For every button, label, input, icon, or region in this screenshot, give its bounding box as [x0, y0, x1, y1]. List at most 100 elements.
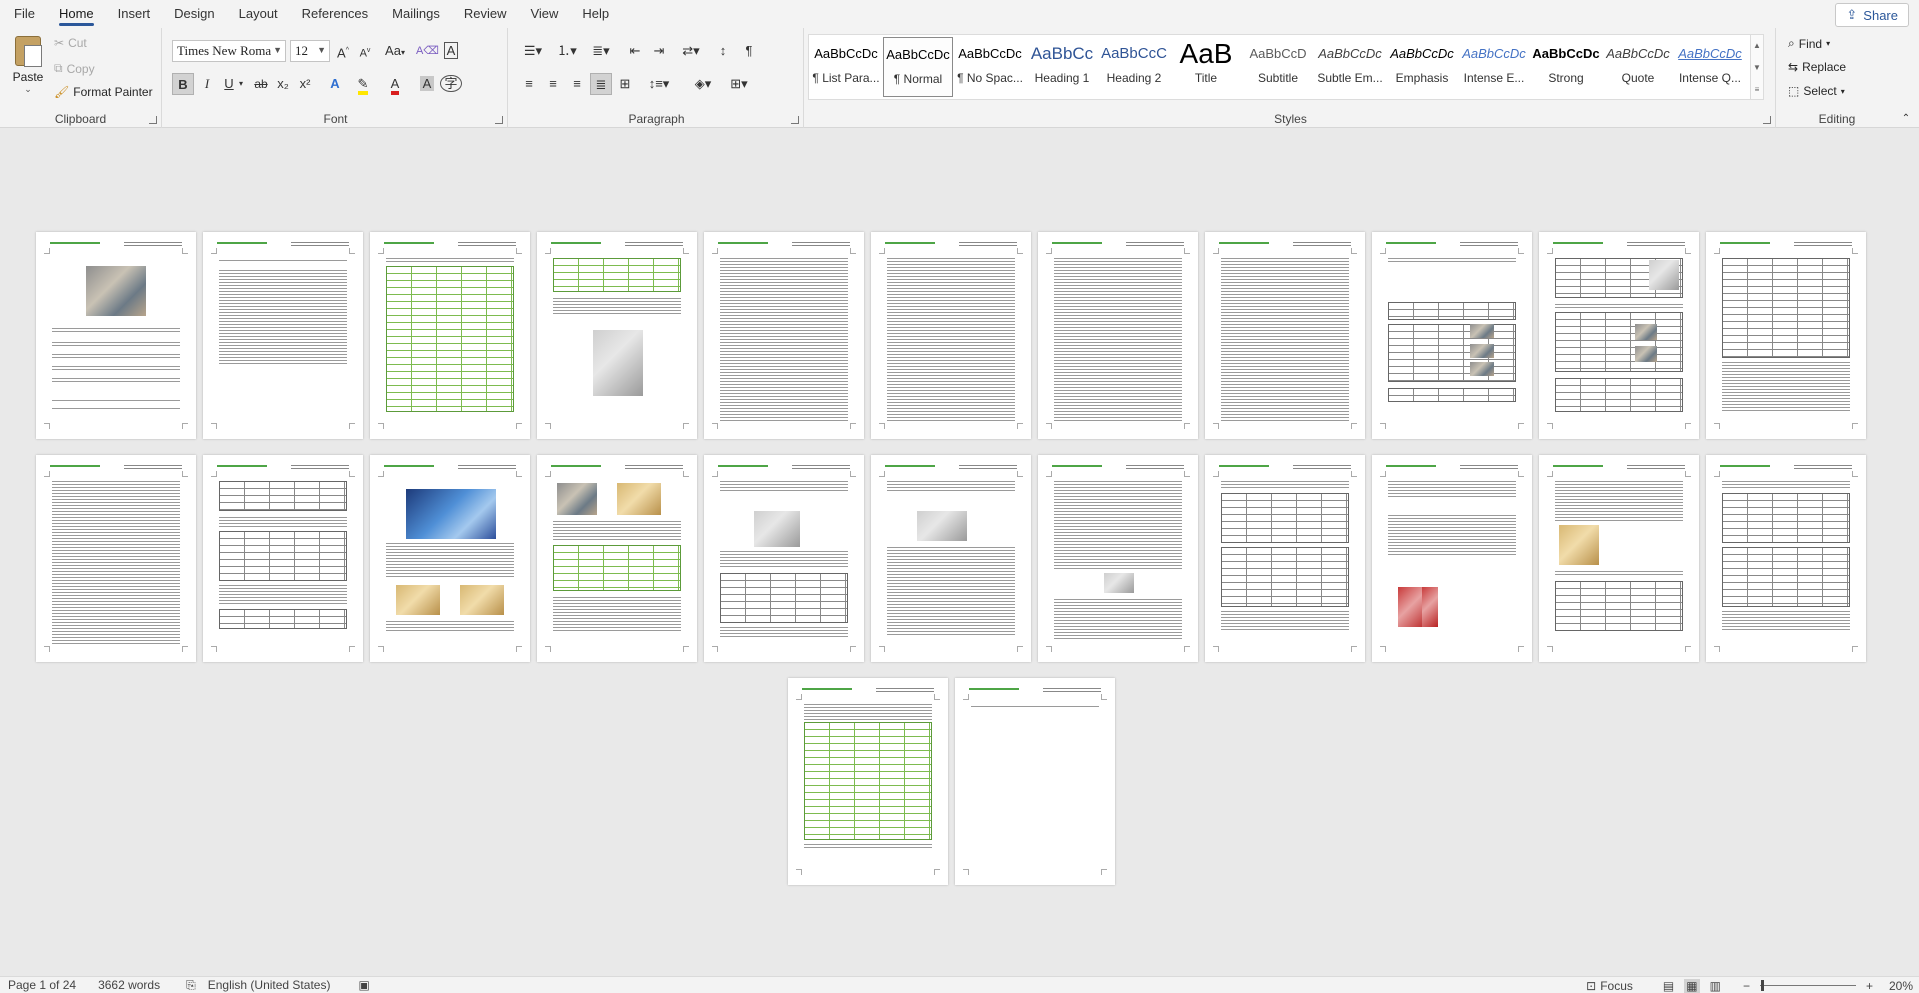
word-count[interactable]: 3662 words: [98, 978, 160, 992]
tab-insert[interactable]: Insert: [106, 0, 163, 28]
paste-dropdown-icon[interactable]: ⌄: [10, 84, 46, 95]
numbering-button[interactable]: ⒈▾: [552, 40, 582, 62]
style-no-spacing[interactable]: AaBbCcDc ¶ No Spac...: [955, 37, 1025, 97]
document-page-thumbnail[interactable]: [36, 232, 196, 439]
styles-launcher-icon[interactable]: [1763, 116, 1771, 124]
style-emphasis[interactable]: AaBbCcDc Emphasis: [1387, 37, 1457, 97]
distributed-button[interactable]: ⊞: [614, 73, 636, 95]
highlight-button[interactable]: ✎: [352, 73, 374, 95]
style-title[interactable]: AaB Title: [1171, 37, 1241, 97]
document-page-thumbnail[interactable]: [1038, 232, 1198, 439]
format-painter-button[interactable]: 🖌 Format Painter: [54, 85, 153, 99]
clear-formatting-button[interactable]: A⌫: [416, 40, 439, 62]
collapse-ribbon-button[interactable]: ⌃: [1895, 108, 1917, 130]
style-normal[interactable]: AaBbCcDc ¶ Normal: [883, 37, 953, 97]
style-intense-emphasis[interactable]: AaBbCcDc Intense E...: [1459, 37, 1529, 97]
increase-indent-button[interactable]: ⇥: [648, 40, 670, 62]
gallery-down-icon[interactable]: ▼: [1751, 57, 1763, 79]
clipboard-launcher-icon[interactable]: [149, 116, 157, 124]
document-page-thumbnail[interactable]: [1038, 455, 1198, 662]
select-button[interactable]: ⬚ Select ▾: [1788, 84, 1845, 98]
accessibility-icon[interactable]: ▣: [358, 978, 369, 992]
document-page-thumbnail[interactable]: [537, 232, 697, 439]
italic-button[interactable]: I: [196, 73, 218, 95]
multilevel-list-button[interactable]: ≣▾: [586, 40, 616, 62]
document-page-thumbnail[interactable]: [1539, 232, 1699, 439]
underline-dropdown[interactable]: ▾: [236, 73, 246, 95]
strikethrough-button[interactable]: ab: [250, 73, 272, 95]
tab-mailings[interactable]: Mailings: [380, 0, 452, 28]
bullets-button[interactable]: ☰▾: [518, 40, 548, 62]
tab-help[interactable]: Help: [570, 0, 621, 28]
justify-button[interactable]: ≣: [590, 73, 612, 95]
subscript-button[interactable]: x₂: [272, 73, 294, 95]
document-page-thumbnail[interactable]: [1706, 455, 1866, 662]
tab-design[interactable]: Design: [162, 0, 226, 28]
style-quote[interactable]: AaBbCcDc Quote: [1603, 37, 1673, 97]
paragraph-shading-button[interactable]: ◈▾: [688, 73, 718, 95]
gallery-more-icon[interactable]: ≡: [1751, 79, 1763, 101]
zoom-out-button[interactable]: −: [1743, 979, 1750, 993]
document-canvas[interactable]: [0, 128, 1919, 976]
text-effects-box-button[interactable]: A: [440, 40, 462, 62]
tab-file[interactable]: File: [2, 0, 47, 28]
find-button[interactable]: ⌕ Find ▾: [1788, 36, 1830, 51]
gallery-up-icon[interactable]: ▲: [1751, 35, 1763, 57]
copy-button[interactable]: ⧉ Copy: [54, 61, 95, 76]
tab-references[interactable]: References: [290, 0, 380, 28]
shrink-font-button[interactable]: Av: [354, 40, 376, 62]
font-color-button[interactable]: A: [384, 73, 406, 95]
document-page-thumbnail[interactable]: [1539, 455, 1699, 662]
tab-view[interactable]: View: [518, 0, 570, 28]
read-mode-icon[interactable]: ▤: [1663, 979, 1674, 993]
align-left-button[interactable]: ≡: [518, 73, 540, 95]
line-spacing-button[interactable]: ↕≡▾: [644, 73, 674, 95]
document-page-thumbnail[interactable]: [537, 455, 697, 662]
document-page-thumbnail[interactable]: [955, 678, 1115, 885]
document-page-thumbnail[interactable]: [871, 455, 1031, 662]
style-strong[interactable]: AaBbCcDc Strong: [1531, 37, 1601, 97]
direction-button[interactable]: ⇄▾: [676, 40, 706, 62]
align-right-button[interactable]: ≡: [566, 73, 588, 95]
print-layout-icon[interactable]: ▦: [1684, 978, 1700, 993]
font-size-combo[interactable]: 12 ▼: [290, 40, 330, 62]
decrease-indent-button[interactable]: ⇤: [624, 40, 646, 62]
style-intense-quote[interactable]: AaBbCcDc Intense Q...: [1675, 37, 1745, 97]
change-case-button[interactable]: Aa▾: [380, 40, 410, 62]
document-page-thumbnail[interactable]: [704, 232, 864, 439]
paragraph-launcher-icon[interactable]: [791, 116, 799, 124]
enclose-characters-button[interactable]: 字: [440, 73, 462, 95]
bold-button[interactable]: B: [172, 73, 194, 95]
language-indicator[interactable]: English (United States): [208, 978, 331, 992]
tab-layout[interactable]: Layout: [227, 0, 290, 28]
style-list-paragraph[interactable]: AaBbCcDc ¶ List Para...: [811, 37, 881, 97]
style-subtitle[interactable]: AaBbCcD Subtitle: [1243, 37, 1313, 97]
align-center-button[interactable]: ≡: [542, 73, 564, 95]
focus-icon[interactable]: ⊡: [1586, 979, 1596, 993]
borders-button[interactable]: ⊞▾: [724, 73, 754, 95]
show-formatting-button[interactable]: ¶: [738, 40, 760, 62]
zoom-in-button[interactable]: +: [1866, 979, 1873, 993]
document-page-thumbnail[interactable]: [704, 455, 864, 662]
text-effects-button[interactable]: A: [324, 73, 346, 95]
page-indicator[interactable]: Page 1 of 24: [8, 978, 76, 992]
tab-review[interactable]: Review: [452, 0, 519, 28]
grow-font-button[interactable]: A^: [332, 40, 354, 62]
document-page-thumbnail[interactable]: [871, 232, 1031, 439]
document-page-thumbnail[interactable]: [203, 455, 363, 662]
replace-button[interactable]: ⇆ Replace: [1788, 60, 1846, 74]
web-layout-icon[interactable]: ▥: [1710, 979, 1721, 993]
document-page-thumbnail[interactable]: [788, 678, 948, 885]
zoom-slider[interactable]: [1759, 980, 1856, 991]
document-page-thumbnail[interactable]: [370, 455, 530, 662]
style-heading-2[interactable]: AaBbCcC Heading 2: [1099, 37, 1169, 97]
document-page-thumbnail[interactable]: [1706, 232, 1866, 439]
zoom-level[interactable]: 20%: [1889, 979, 1913, 993]
zoom-slider-thumb[interactable]: [1760, 980, 1764, 991]
document-page-thumbnail[interactable]: [1372, 455, 1532, 662]
shading-button[interactable]: A: [416, 73, 438, 95]
font-family-combo[interactable]: Times New Roma ▼: [172, 40, 286, 62]
document-page-thumbnail[interactable]: [203, 232, 363, 439]
paste-button[interactable]: Paste ⌄: [10, 34, 46, 96]
font-launcher-icon[interactable]: [495, 116, 503, 124]
